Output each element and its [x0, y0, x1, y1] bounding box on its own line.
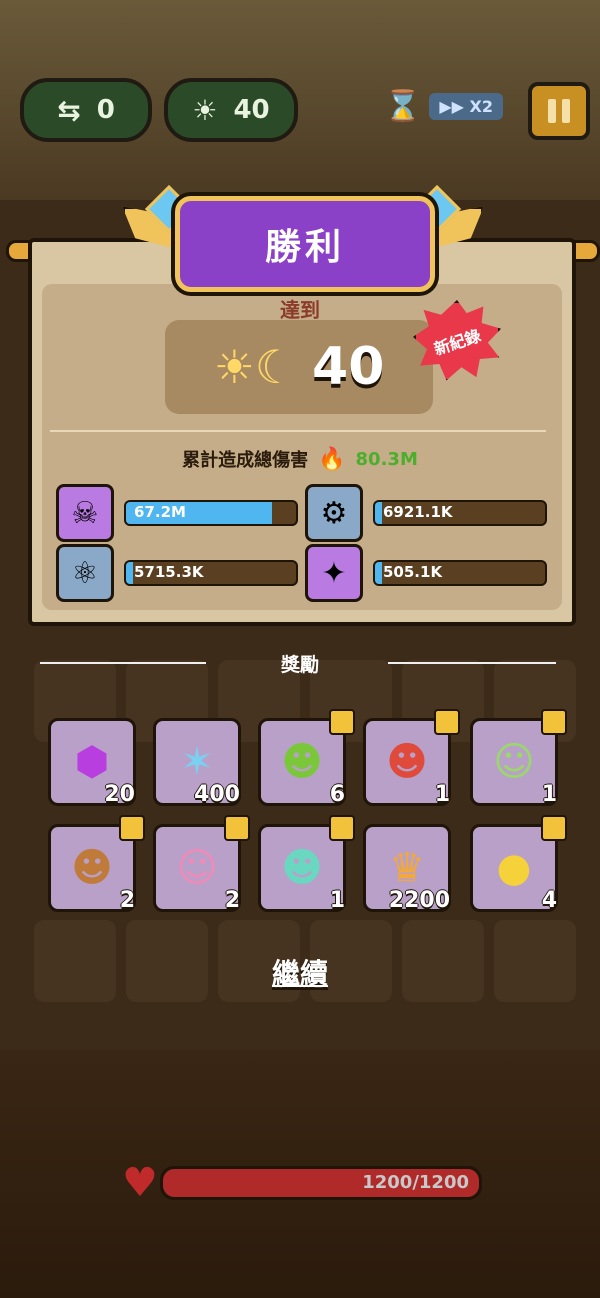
reward-item[interactable]: ☺ 2 — [153, 815, 250, 913]
wave-reached-value: 40 — [312, 337, 385, 397]
green-goblin-icon: ☻ — [281, 739, 323, 785]
red-ox-demon-icon: ☻ — [386, 739, 428, 785]
damage-total: 80.3M — [355, 448, 418, 470]
puzzle-piece-icon — [224, 815, 250, 841]
reward-qty: 1 — [541, 782, 557, 807]
rewards-title: 獎勵 — [280, 654, 319, 676]
wave-value: 40 — [233, 95, 270, 125]
damage-value: 5715.3K — [134, 563, 204, 581]
damage-bar-fill — [375, 502, 382, 524]
reward-item[interactable]: ☺ 1 — [470, 709, 567, 807]
reward-item[interactable]: ♛ 2200 — [363, 824, 451, 913]
damage-value: 67.2M — [134, 503, 186, 521]
reward-qty: 2 — [224, 888, 240, 913]
player-hp-bar: 1200/1200 — [160, 1166, 482, 1200]
moves-value: 0 — [96, 95, 115, 125]
yellow-chick-icon: ● — [496, 845, 532, 891]
reward-qty: 2 — [119, 888, 135, 913]
hourglass-icon: ⌛ — [384, 88, 422, 124]
puzzle-piece-icon — [329, 815, 355, 841]
heart-icon: ♥ — [122, 1160, 158, 1206]
speed-toggle[interactable]: ⌛ ▶▶ X2 — [384, 88, 516, 124]
puzzle-piece-icon — [329, 709, 355, 735]
panel-divider — [50, 430, 546, 432]
green-hair-girl-icon: ☺ — [493, 739, 535, 785]
continue-label: 繼續 — [271, 957, 328, 990]
wave-counter: ☀ 40 — [164, 78, 298, 142]
puzzle-piece-icon — [434, 709, 460, 735]
damage-bar: 67.2M — [124, 500, 298, 526]
reached-label: 達到 — [280, 298, 320, 322]
damage-value: 505.1K — [383, 563, 443, 581]
victory-title: 勝利 — [264, 227, 345, 268]
player-hp-text: 1200/1200 — [362, 1172, 469, 1193]
moves-counter: ⇆ 0 — [20, 78, 152, 142]
damage-row: ⚛ 5715.3K — [56, 544, 298, 602]
armored-beetle-icon[interactable]: ⚙ — [305, 484, 363, 542]
reward-qty: 4 — [541, 888, 557, 913]
reward-item[interactable]: ☻ 2 — [48, 815, 145, 913]
puzzle-piece-icon — [541, 709, 567, 735]
reward-item[interactable]: ☻ 1 — [258, 815, 355, 913]
pink-cat-girl-icon: ☺ — [176, 845, 218, 891]
damage-label: 累計造成總傷害 — [182, 450, 309, 471]
reward-item[interactable]: ✶ 400 — [153, 718, 241, 807]
pause-button[interactable] — [528, 82, 590, 140]
reward-item[interactable]: ⬢ 20 — [48, 718, 136, 807]
demon-mask-icon[interactable]: ☠ — [56, 484, 114, 542]
gold-crown-coin-icon: ♛ — [389, 845, 425, 891]
damage-bar-fill — [375, 562, 382, 584]
puzzle-piece-icon — [119, 815, 145, 841]
damage-row: ⚙ 6921.1K — [305, 484, 547, 542]
pause-icon — [548, 99, 556, 123]
new-record-label: 新紀錄 — [431, 325, 484, 359]
monkey-icon: ☻ — [71, 845, 113, 891]
reward-qty: 1 — [329, 888, 345, 913]
damage-value: 6921.1K — [383, 503, 453, 521]
reward-qty: 400 — [194, 782, 240, 807]
purple-robot-icon[interactable]: ⚛ — [56, 544, 114, 602]
damage-bar: 505.1K — [373, 560, 547, 586]
teal-fish-monster-icon: ☻ — [281, 845, 323, 891]
fire-icon: 🔥 — [318, 446, 346, 472]
blue-flame-mage-icon[interactable]: ✦ — [305, 544, 363, 602]
pause-icon-bar — [562, 99, 570, 123]
sun-moon-icon: ☀ — [192, 93, 218, 127]
damage-bar-fill — [126, 562, 133, 584]
damage-row: ☠ 67.2M — [56, 484, 298, 542]
damage-row: ✦ 505.1K — [305, 544, 547, 602]
reward-item[interactable]: ☻ 6 — [258, 709, 355, 807]
damage-bar: 6921.1K — [373, 500, 547, 526]
wave-reached-box: ☀☾ 40 — [165, 320, 433, 414]
reward-qty: 2200 — [388, 888, 450, 913]
reward-qty: 1 — [434, 782, 450, 807]
blue-crystal-icon: ✶ — [180, 739, 214, 785]
reward-qty: 6 — [329, 782, 345, 807]
speed-box: ▶▶ X2 — [429, 92, 504, 120]
puzzle-piece-icon — [541, 815, 567, 841]
damage-summary: 累計造成總傷害 🔥 80.3M — [0, 446, 600, 472]
damage-bar: 5715.3K — [124, 560, 298, 586]
speed-label: X2 — [469, 96, 494, 116]
victory-banner: 勝利 — [175, 196, 435, 292]
reward-item[interactable]: ● 4 — [470, 815, 567, 913]
swap-arrows-icon: ⇆ — [57, 93, 81, 127]
continue-button[interactable]: 繼續 — [0, 952, 600, 992]
purple-gem-icon: ⬢ — [74, 739, 110, 785]
reward-qty: 20 — [104, 782, 135, 807]
reward-item[interactable]: ☻ 1 — [363, 709, 460, 807]
sun-moon-icon: ☀☾ — [213, 340, 297, 394]
fast-forward-icon: ▶▶ — [439, 96, 464, 116]
